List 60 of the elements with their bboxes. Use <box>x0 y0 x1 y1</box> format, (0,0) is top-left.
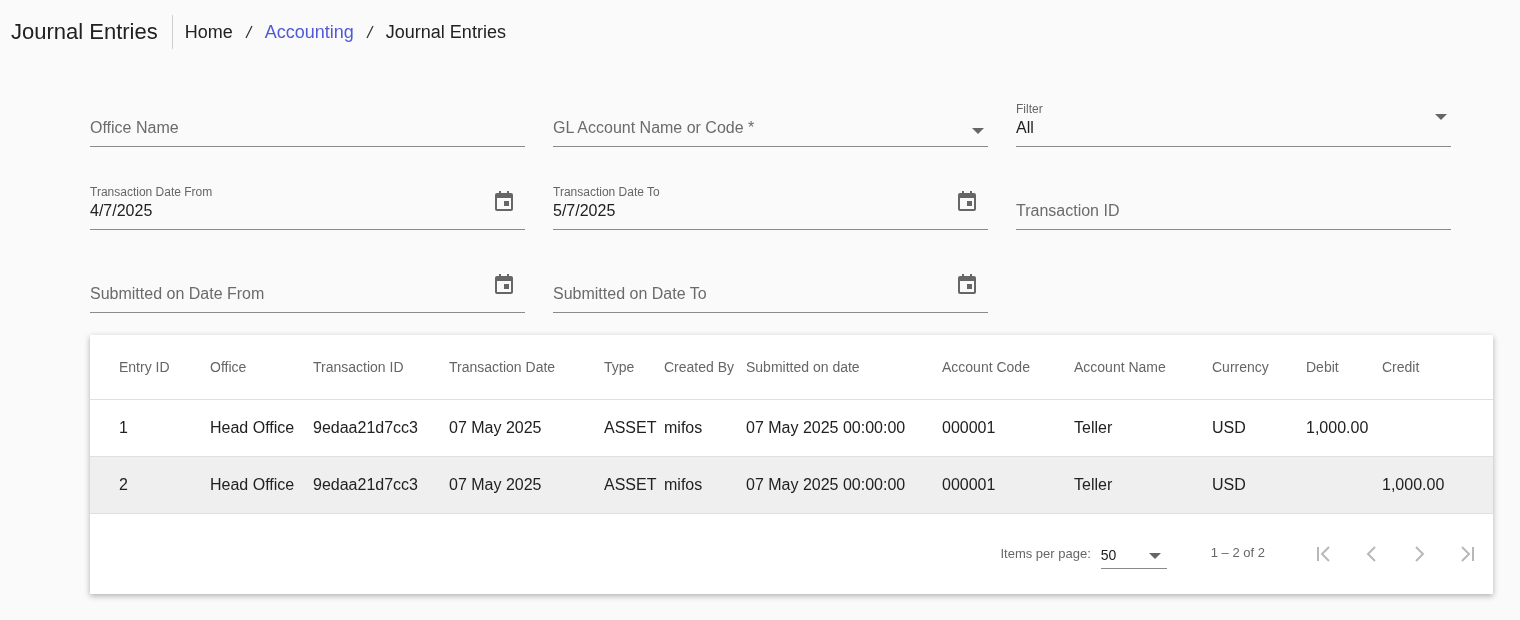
table-cell-text: ASSET <box>604 418 658 438</box>
table-cell-text: 2 <box>119 475 129 495</box>
breadcrumb-link[interactable]: Accounting <box>264 18 354 46</box>
input-field[interactable]: Office Name <box>90 91 525 147</box>
dropdown-caret-icon <box>1435 114 1447 120</box>
table-cell-text: Teller <box>1074 418 1114 438</box>
table-cell-text: 000001 <box>942 475 997 495</box>
table-row[interactable]: 2 Head Office 9edaa21d7cc3 07 May 2025 ASSET mifos 07 May 2025 00:00:00 000001 Teller USD 1,000.00 <box>90 457 1493 514</box>
column-header[interactable]: Account Code <box>942 356 1074 378</box>
breadcrumb-separator-icon <box>365 25 374 39</box>
date-field[interactable]: Transaction Date From 4/7/2025 <box>90 174 525 230</box>
dropdown-caret-icon <box>972 128 984 134</box>
table-cell-text: 1,000.00 <box>1382 475 1446 495</box>
input-field[interactable]: Transaction ID <box>1016 174 1451 230</box>
table-cell-text: 07 May 2025 00:00:00 <box>746 418 907 438</box>
dropdown-field[interactable]: GL Account Name or Code * <box>553 91 988 147</box>
table-cell-text: Head Office <box>210 475 296 495</box>
table-cell-text: 1 <box>119 418 129 438</box>
table-cell-text: 07 May 2025 <box>449 418 543 438</box>
table-cell-text: 000001 <box>942 418 997 438</box>
table-cell-text: 07 May 2025 00:00:00 <box>746 475 907 495</box>
calendar-icon[interactable] <box>495 191 513 211</box>
table-cell-text: mifos <box>664 418 704 438</box>
dropdown-caret-icon <box>1148 552 1161 559</box>
page-range: 1 – 2 of 2 <box>1210 544 1265 563</box>
table-cell-text: USD <box>1212 418 1247 438</box>
column-header[interactable]: Transaction ID <box>313 356 449 378</box>
date-field[interactable]: Transaction Date To 5/7/2025 <box>553 174 988 230</box>
column-header[interactable]: Debit <box>1306 356 1382 378</box>
calendar-icon[interactable] <box>958 274 976 294</box>
column-header[interactable]: Submitted on date <box>746 356 942 378</box>
table-cell-text: ASSET <box>604 475 658 495</box>
items-per-page-label: Items per page: <box>1000 545 1091 564</box>
column-header[interactable]: Office <box>210 356 313 378</box>
calendar-icon[interactable] <box>958 191 976 211</box>
table-cell-text: Teller <box>1074 475 1114 495</box>
page-title: Journal Entries <box>11 15 173 49</box>
column-header[interactable]: Currency <box>1212 356 1306 378</box>
table-row[interactable]: 1 Head Office 9edaa21d7cc3 07 May 2025 ASSET mifos 07 May 2025 00:00:00 000001 Teller USD 1,000.00 <box>90 400 1493 457</box>
date-field[interactable]: Submitted on Date To <box>553 257 988 313</box>
column-header[interactable]: Account Name <box>1074 356 1212 378</box>
table-cell-text: USD <box>1212 475 1247 495</box>
calendar-icon[interactable] <box>495 274 513 294</box>
table-cell-text: mifos <box>664 475 704 495</box>
breadcrumb-item: Home <box>184 20 233 44</box>
column-header[interactable]: Entry ID <box>119 356 210 378</box>
table-cell-text: 1,000.00 <box>1306 418 1370 438</box>
column-header[interactable]: Type <box>604 356 664 378</box>
breadcrumb-item: Journal Entries <box>385 20 506 44</box>
date-field[interactable]: Submitted on Date From <box>90 257 525 313</box>
table-cell-text: Head Office <box>210 418 296 438</box>
page-size-select[interactable]: 50 <box>1100 539 1167 569</box>
breadcrumb-separator-icon <box>244 25 253 39</box>
column-header[interactable]: Credit <box>1382 356 1493 378</box>
table-cell-text: 9edaa21d7cc3 <box>313 475 419 495</box>
column-header[interactable]: Transaction Date <box>449 356 604 378</box>
dropdown-field[interactable]: Filter All <box>1016 91 1451 147</box>
table-cell-text: 9edaa21d7cc3 <box>313 418 419 438</box>
table-cell-text: 07 May 2025 <box>449 475 543 495</box>
column-header[interactable]: Created By <box>664 356 746 378</box>
